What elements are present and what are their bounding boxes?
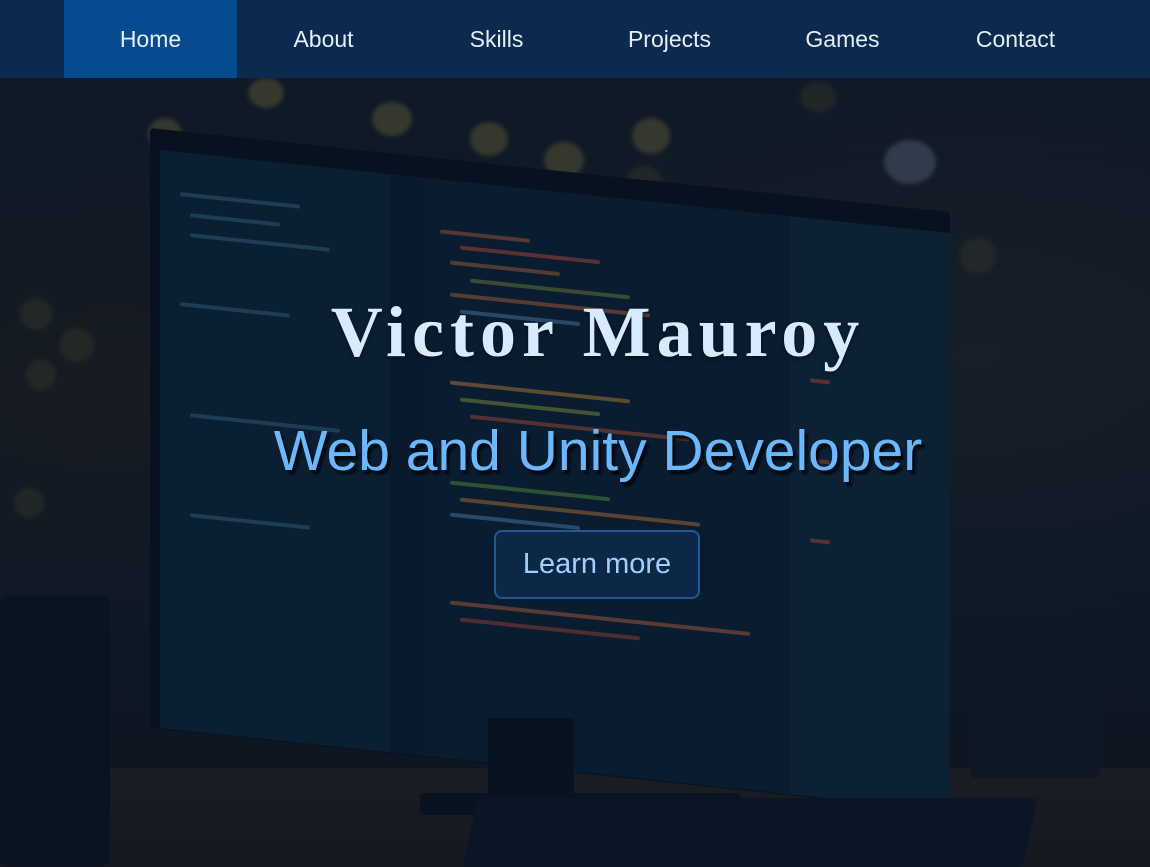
hero-title: Victor Mauroy [330,292,866,372]
hero-subtitle: Web and Unity Developer [273,419,923,483]
nav-item-about[interactable]: About [237,0,410,78]
learn-more-button[interactable]: Learn more [494,530,700,599]
nav-item-contact[interactable]: Contact [929,0,1102,78]
nav-item-games[interactable]: Games [756,0,929,78]
nav-item-home[interactable]: Home [64,0,237,78]
nav-item-projects[interactable]: Projects [583,0,756,78]
nav-item-skills[interactable]: Skills [410,0,583,78]
page: Home About Skills Projects Games Contact [0,0,1150,867]
top-navbar: Home About Skills Projects Games Contact [0,0,1150,78]
nav-list: Home About Skills Projects Games Contact [64,0,1102,78]
